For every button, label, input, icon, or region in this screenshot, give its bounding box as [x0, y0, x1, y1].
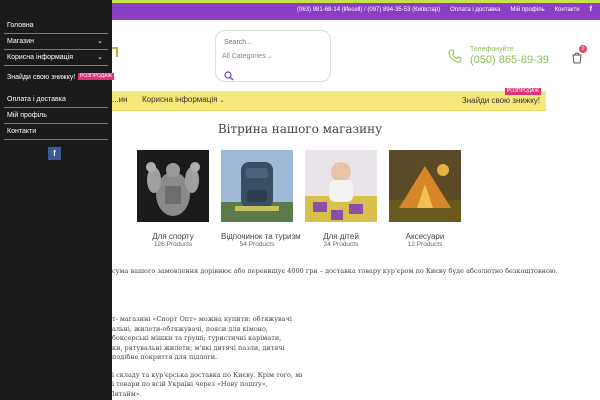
search-icon[interactable]	[224, 71, 234, 81]
chevron-down-icon: ⌄	[267, 54, 273, 60]
category-image-accessories[interactable]	[389, 150, 461, 222]
top-link-payment[interactable]: Оплата і доставка	[450, 7, 500, 13]
category-count: 54 Products	[239, 241, 275, 248]
about-line: альні, жилети-обтяжувачі, пояси для кімо…	[112, 324, 268, 333]
category-name[interactable]: Відпочинок та туризм	[221, 232, 301, 241]
about-line: і складу та кур'єрська доставка по Києву…	[112, 370, 302, 379]
sidebar-item-label: Знайди свою знижку!	[7, 74, 76, 81]
top-phones: (063) 981-68-14 (lifecell) / (097) 894-3…	[297, 6, 441, 13]
phone-number[interactable]: (050) 865-89-39	[470, 54, 549, 66]
nav-item-shop-label: ...ин	[112, 95, 128, 104]
sidebar-item-discount[interactable]: Знайди свою знижку! РОЗПРОДАЖ	[4, 70, 115, 86]
top-link-contacts[interactable]: Контакти	[555, 7, 580, 13]
category-image-sport[interactable]	[137, 150, 209, 222]
chevron-down-icon: ⌄	[219, 98, 225, 104]
cart-count-badge: 0	[579, 45, 587, 53]
category-card-kids[interactable]: Для дітей 24 Products	[305, 150, 377, 248]
phone-icon	[448, 49, 462, 63]
top-link-profile[interactable]: Мій профіль	[511, 7, 545, 13]
category-count: 24 Products	[323, 241, 359, 248]
facebook-icon[interactable]: f	[590, 6, 592, 13]
category-count: 126 Products	[153, 241, 193, 248]
about-line: т- магазині «Спорт Опт» можна купити: об…	[112, 315, 292, 323]
site-header: All Categories⌄ Телефонуйте (050) 865-89…	[112, 20, 600, 90]
sale-tag: РОЗПРОДАЖ	[504, 88, 541, 95]
search-input[interactable]	[224, 35, 324, 49]
nav-item-useful-info-label: Корисна інформація	[142, 95, 218, 104]
sidebar-item-contacts[interactable]: Контакти	[4, 124, 108, 140]
chevron-down-icon[interactable]: ⌄	[97, 53, 103, 61]
category-image-kids[interactable]	[305, 150, 377, 222]
sidebar-item-payment[interactable]: Оплата і доставка	[4, 92, 108, 108]
sidebar-item-home[interactable]: Головна	[4, 18, 108, 34]
category-select-label: All Categories	[222, 53, 266, 60]
showcase-title: Вітрина нашого магазину	[217, 122, 383, 136]
about-line: ки, рятувальні жилети; м'які дитячі пазл…	[112, 343, 285, 352]
category-card-sport[interactable]: Для спорту 126 Products	[137, 150, 209, 248]
sidebar-item-label: Оплата і доставка	[7, 96, 66, 103]
phone-label: Телефонуйте	[470, 46, 514, 53]
search-box: All Categories⌄	[215, 30, 331, 82]
main-nav: ...ин Корисна інформація ⌄ Знайди свою зн…	[112, 88, 546, 111]
sidebar-item-profile[interactable]: Мій профіль	[4, 108, 108, 124]
category-card-accessories[interactable]: Аксесуари 12 Products	[389, 150, 461, 248]
sidebar-item-label: Корисна інформація	[7, 54, 74, 61]
cart-icon	[572, 52, 582, 64]
about-line: Інтайм».	[112, 389, 142, 398]
category-card-tourism[interactable]: Відпочинок та туризм 54 Products	[221, 150, 301, 248]
side-menu: Головна Магазин ⌄ Корисна інформація ⌄ З…	[0, 0, 115, 400]
delivery-note: сума вашого замовлення дорівнює або пере…	[112, 267, 558, 275]
category-name[interactable]: Для спорту	[137, 232, 209, 241]
category-name[interactable]: Для дітей	[305, 232, 377, 241]
about-line: подібне покриття для підлоги.	[112, 353, 218, 361]
category-select[interactable]: All Categories ⌄	[222, 53, 273, 60]
about-line: боксерські мішки та груші; туристичні ка…	[112, 334, 282, 342]
sidebar-item-shop[interactable]: Магазин ⌄	[4, 34, 108, 50]
logo[interactable]	[112, 47, 118, 57]
phone-block[interactable]: Телефонуйте (050) 865-89-39	[448, 45, 568, 69]
facebook-icon[interactable]: f	[48, 147, 61, 160]
nav-item-shop[interactable]: ...ин	[112, 95, 128, 104]
category-grid: Для спорту 126 Products Відпочинок та ту…	[137, 150, 467, 255]
sale-tag: РОЗПРОДАЖ	[78, 73, 115, 80]
top-links: (063) 981-68-14 (lifecell) / (097) 894-3…	[297, 6, 592, 13]
sidebar-item-label: Головна	[7, 22, 34, 29]
sidebar-item-useful-info[interactable]: Корисна інформація ⌄	[4, 50, 108, 66]
cart-button[interactable]: 0	[570, 45, 587, 66]
category-name[interactable]: Аксесуари	[389, 232, 461, 241]
sidebar-item-label: Контакти	[7, 128, 37, 135]
category-count: 12 Products	[407, 241, 443, 248]
chevron-down-icon[interactable]: ⌄	[97, 37, 103, 45]
about-text: т- магазині «Спорт Опт» можна купити: об…	[112, 315, 302, 399]
nav-item-discount[interactable]: Знайди свою знижку!	[462, 96, 540, 105]
sidebar-item-label: Мій профіль	[7, 112, 47, 119]
about-line: і товари по всій Україні через «Нову пош…	[112, 380, 268, 388]
category-image-tourism[interactable]	[221, 150, 293, 222]
sidebar-item-label: Магазин	[7, 38, 35, 45]
nav-item-useful-info[interactable]: Корисна інформація ⌄	[142, 95, 224, 104]
